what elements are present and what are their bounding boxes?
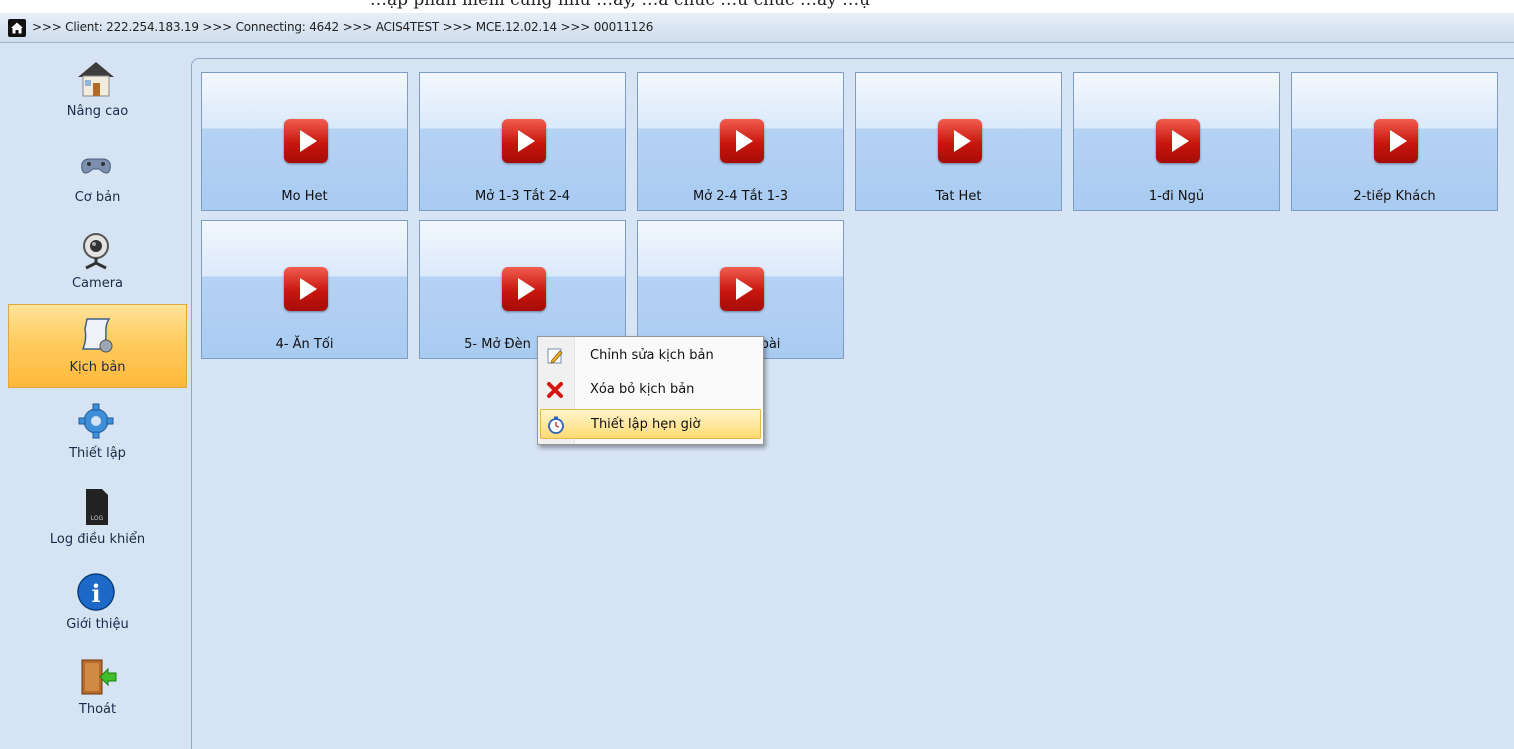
menu-item-label: Xóa bỏ kịch bản [590, 382, 695, 397]
scene-label: 1-đi Ngủ [1148, 189, 1205, 204]
scene-label: Mo Het [281, 189, 328, 204]
sidebar-item-label: Log điều khiển [49, 532, 146, 547]
scene-label: Mở 1-3 Tắt 2-4 [474, 189, 571, 204]
scene-label: 2-tiếp Khách [1353, 189, 1436, 204]
play-icon [284, 119, 328, 163]
scene-tile[interactable]: Tat Het [855, 72, 1062, 211]
scene-label: Mở 2-4 Tắt 1-3 [692, 189, 789, 204]
svg-text:LOG: LOG [91, 515, 104, 522]
scene-tile[interactable]: 1-đi Ngủ [1073, 72, 1280, 211]
sidebar-item-gioi-thieu[interactable]: i Giới thiệu [8, 562, 187, 646]
sidebar-nav: Nâng cao Cơ bản Camera Kịch bản Thiết lậ… [0, 44, 188, 749]
delete-x-icon [546, 381, 564, 399]
play-icon [1374, 119, 1418, 163]
menu-item-label: Thiết lập hẹn giờ [591, 417, 701, 432]
play-icon [502, 119, 546, 163]
context-menu: Chỉnh sửa kịch bản Xóa bỏ kịch bản Thiết… [537, 336, 764, 445]
sidebar-item-thoat[interactable]: Thoát [8, 647, 187, 731]
svg-text:i: i [91, 579, 100, 608]
exit-door-icon [74, 657, 118, 697]
menu-item-delete-scene[interactable]: Xóa bỏ kịch bản [540, 375, 761, 405]
scene-tile[interactable]: Mở 2-4 Tắt 1-3 [637, 72, 844, 211]
sidebar-item-label: Cơ bản [74, 190, 121, 205]
sidebar-item-label: Kịch bản [69, 360, 126, 375]
sidebar-item-thiet-lap[interactable]: Thiết lập [8, 391, 187, 475]
menu-item-edit-scene[interactable]: Chỉnh sửa kịch bản [540, 341, 761, 371]
scene-label: Tat Het [935, 189, 982, 204]
cropped-text: …ập phần mềm cũng như …ay, …à chức …ử ch… [370, 0, 871, 10]
cropped-header-text: …ập phần mềm cũng như …ay, …à chức …ử ch… [0, 0, 1514, 13]
play-icon [720, 267, 764, 311]
connection-info: >>> Client: 222.254.183.19 >>> Connectin… [32, 20, 654, 34]
sidebar-item-nang-cao[interactable]: Nâng cao [8, 49, 187, 133]
sidebar-item-kich-ban[interactable]: Kịch bản [8, 304, 187, 388]
house-icon [74, 59, 118, 99]
scene-label: 4- Ăn Tối [275, 337, 334, 352]
play-icon [502, 267, 546, 311]
sidebar-item-label: Camera [71, 276, 124, 291]
menu-item-label: Chỉnh sửa kịch bản [590, 348, 714, 363]
play-icon [720, 119, 764, 163]
play-icon [938, 119, 982, 163]
sidebar-item-label: Giới thiệu [66, 617, 129, 632]
play-icon [284, 267, 328, 311]
scene-tile[interactable]: 2-tiếp Khách [1291, 72, 1498, 211]
gear-icon [74, 401, 118, 441]
play-icon [1156, 119, 1200, 163]
edit-pencil-icon [546, 347, 564, 365]
gamepad-icon [74, 145, 118, 185]
sidebar-item-label: Nâng cao [66, 104, 129, 119]
sidebar-item-label: Thoát [78, 702, 117, 717]
script-scroll-icon [75, 315, 119, 355]
stopwatch-icon [547, 416, 565, 434]
sidebar-item-co-ban[interactable]: Cơ bản [8, 135, 187, 219]
home-icon[interactable] [8, 19, 26, 37]
scene-tile[interactable]: Mo Het [201, 72, 408, 211]
connection-title-bar: >>> Client: 222.254.183.19 >>> Connectin… [0, 13, 1514, 43]
sidebar-item-camera[interactable]: Camera [8, 221, 187, 305]
scene-tile[interactable]: Mở 1-3 Tắt 2-4 [419, 72, 626, 211]
webcam-icon [74, 231, 118, 271]
sidebar-item-log[interactable]: LOG Log điều khiển [8, 477, 187, 561]
log-file-icon: LOG [74, 487, 118, 527]
sidebar-item-label: Thiết lập [69, 446, 126, 461]
menu-item-set-timer[interactable]: Thiết lập hẹn giờ [540, 409, 761, 439]
scene-tile[interactable]: 4- Ăn Tối [201, 220, 408, 359]
info-icon: i [74, 572, 118, 612]
